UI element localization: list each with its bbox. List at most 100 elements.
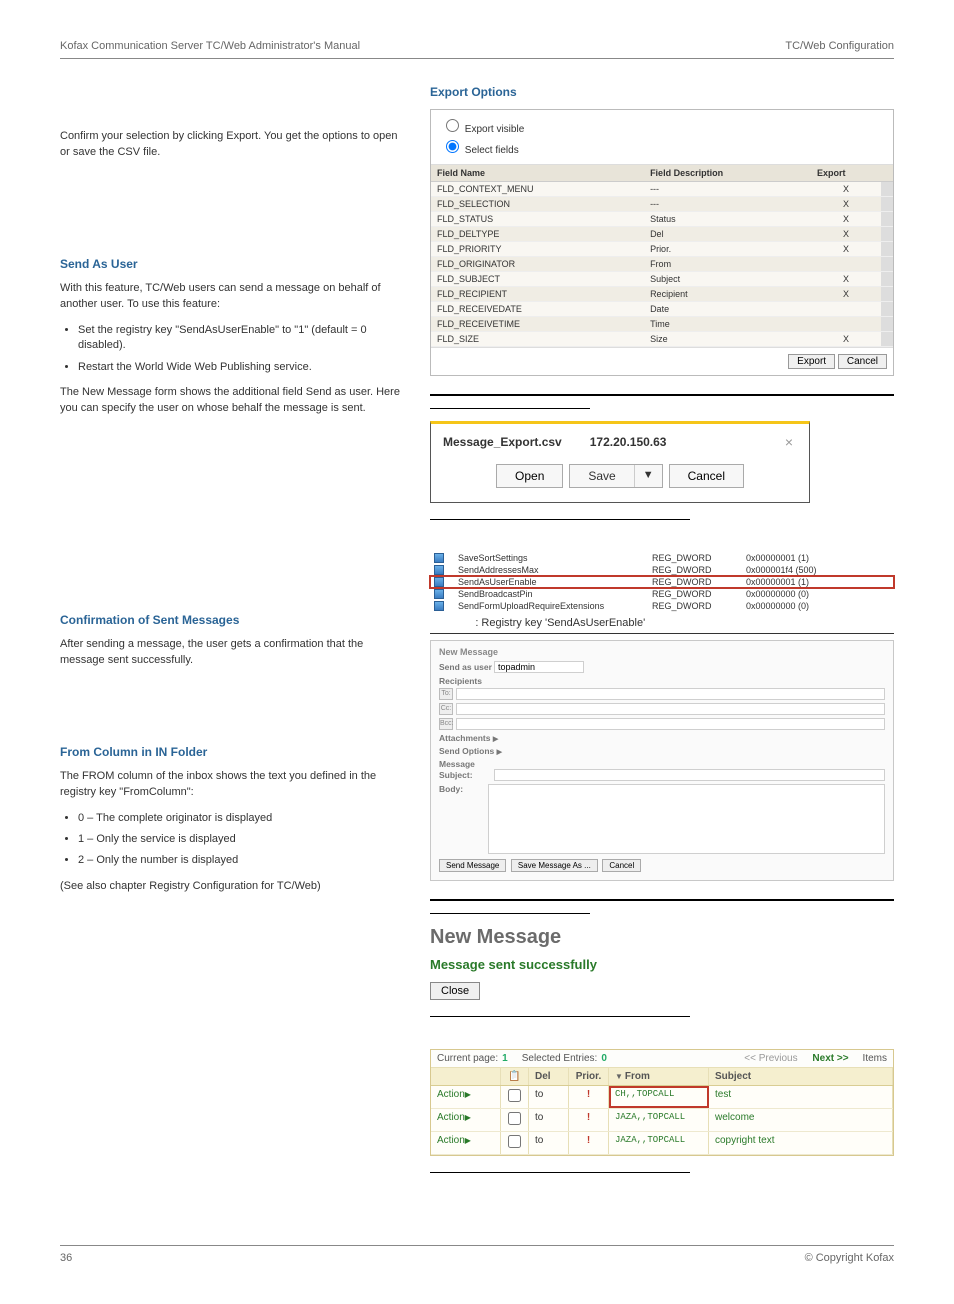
export-flag[interactable]: X [811,272,881,287]
export-flag[interactable]: X [811,287,881,302]
current-page-label: Current page: [437,1053,498,1064]
field-row[interactable]: FLD_ORIGINATORFrom [431,257,893,272]
export-flag[interactable]: X [811,242,881,257]
row-checkbox[interactable] [501,1109,529,1131]
field-row[interactable]: FLD_SIZESizeX [431,332,893,347]
export-flag[interactable]: X [811,197,881,212]
row-del: to [529,1109,569,1131]
to-input[interactable] [456,688,885,700]
export-flag[interactable]: X [811,227,881,242]
field-row[interactable]: FLD_SUBJECTSubjectX [431,272,893,287]
export-button[interactable]: Export [788,354,835,369]
field-name: FLD_RECEIVETIME [431,317,644,332]
field-row[interactable]: FLD_RECIPIENTRecipientX [431,287,893,302]
col-prior[interactable]: Prior. [569,1068,609,1085]
from-column-intro: The FROM column of the inbox shows the t… [60,769,400,801]
col-from[interactable]: ▼From [609,1068,709,1085]
registry-row[interactable]: SendAsUserEnableREG_DWORD0x00000001 (1) [430,576,894,588]
body-label: Body: [439,784,488,794]
registry-row[interactable]: SaveSortSettingsREG_DWORD0x00000001 (1) [430,552,894,564]
registry-name: SaveSortSettings [458,553,638,563]
field-row[interactable]: FLD_RECEIVEDATEDate [431,302,893,317]
from-opt-1: 1 – Only the service is displayed [78,832,400,847]
field-row[interactable]: FLD_SELECTION---X [431,197,893,212]
page-footer: 36 © Copyright Kofax [60,1245,894,1264]
export-flag[interactable]: X [811,212,881,227]
from-opt-2: 2 – Only the number is displayed [78,853,400,868]
export-visible-radio[interactable]: Export visible [441,116,883,137]
save-split-button[interactable]: Save ▼ [569,464,662,488]
row-from[interactable]: JAZA,,TOPCALL [609,1132,709,1154]
field-desc: --- [644,197,811,212]
export-flag[interactable]: X [811,332,881,347]
field-row[interactable]: FLD_CONTEXT_MENU---X [431,182,893,197]
field-desc: Del [644,227,811,242]
action-menu[interactable]: Action▶ [431,1109,501,1131]
open-button[interactable]: Open [496,464,563,488]
body-textarea[interactable] [488,784,885,854]
send-options-toggle[interactable]: Send Options ▶ [439,746,885,756]
field-name: FLD_SELECTION [431,197,644,212]
send-as-user-result: The New Message form shows the additiona… [60,385,400,417]
col-del[interactable]: Del [529,1068,569,1085]
row-subject[interactable]: welcome [709,1109,893,1131]
export-flag[interactable] [811,302,881,317]
previous-link[interactable]: << Previous [744,1053,797,1064]
header-left: Kofax Communication Server TC/Web Admini… [60,40,360,52]
recipients-label: Recipients [439,676,494,686]
field-name: FLD_SIZE [431,332,644,347]
export-flag[interactable] [811,257,881,272]
export-flag[interactable]: X [811,182,881,197]
col-subject[interactable]: Subject [709,1068,893,1085]
new-message-title: New Message [439,647,885,657]
row-from[interactable]: CH,,TOPCALL [609,1086,709,1108]
inbox-panel: Current page: 1 Selected Entries: 0 << P… [430,1049,894,1156]
cc-input[interactable] [456,703,885,715]
send-as-user-input[interactable] [494,661,584,673]
bcc-icon[interactable]: Bcc: [439,718,453,730]
from-opt-0: 0 – The complete originator is displayed [78,811,400,826]
row-checkbox[interactable] [501,1086,529,1108]
field-row[interactable]: FLD_PRIORITYPrior.X [431,242,893,257]
field-row[interactable]: FLD_RECEIVETIMETime [431,317,893,332]
step-2: Restart the World Wide Web Publishing se… [78,360,400,375]
row-from[interactable]: JAZA,,TOPCALL [609,1109,709,1131]
col-field-name: Field Name [431,165,644,182]
next-link[interactable]: Next >> [812,1053,848,1064]
action-menu[interactable]: Action▶ [431,1132,501,1154]
subject-input[interactable] [494,769,885,781]
field-row[interactable]: FLD_DELTYPEDelX [431,227,893,242]
registry-row[interactable]: SendAddressesMaxREG_DWORD0x000001f4 (500… [430,564,894,576]
confirm-text: Confirm your selection by clicking Expor… [60,129,400,161]
message-label: Message [439,759,494,769]
save-message-as-button[interactable]: Save Message As ... [511,859,598,872]
select-fields-radio[interactable]: Select fields [441,137,883,158]
cc-icon[interactable]: Cc: [439,703,453,715]
registry-row[interactable]: SendBroadcastPinREG_DWORD0x00000000 (0) [430,588,894,600]
send-message-button[interactable]: Send Message [439,859,506,872]
field-row[interactable]: FLD_STATUSStatusX [431,212,893,227]
field-table: Field Name Field Description Export FLD_… [431,165,893,347]
cancel-message-button[interactable]: Cancel [602,859,641,872]
close-icon[interactable]: × [781,434,797,450]
to-icon[interactable]: To: [439,688,453,700]
row-subject[interactable]: test [709,1086,893,1108]
registry-data: 0x00000001 (1) [746,553,890,563]
page-number: 36 [60,1252,72,1264]
cancel-button[interactable]: Cancel [838,354,887,369]
export-flag[interactable] [811,317,881,332]
action-menu[interactable]: Action▶ [431,1086,501,1108]
bcc-input[interactable] [456,718,885,730]
row-checkbox[interactable] [501,1132,529,1154]
cancel-download-button[interactable]: Cancel [669,464,744,488]
registry-icon [434,589,444,599]
select-all-icon[interactable]: 📋 [501,1068,529,1085]
attachments-toggle[interactable]: Attachments ▶ [439,733,885,743]
chevron-down-icon[interactable]: ▼ [634,465,662,487]
row-subject[interactable]: copyright text [709,1132,893,1154]
field-desc: Subject [644,272,811,287]
registry-name: SendFormUploadRequireExtensions [458,601,638,611]
registry-row[interactable]: SendFormUploadRequireExtensionsREG_DWORD… [430,600,894,612]
save-button[interactable]: Save [570,465,633,487]
close-button[interactable]: Close [430,982,480,1000]
